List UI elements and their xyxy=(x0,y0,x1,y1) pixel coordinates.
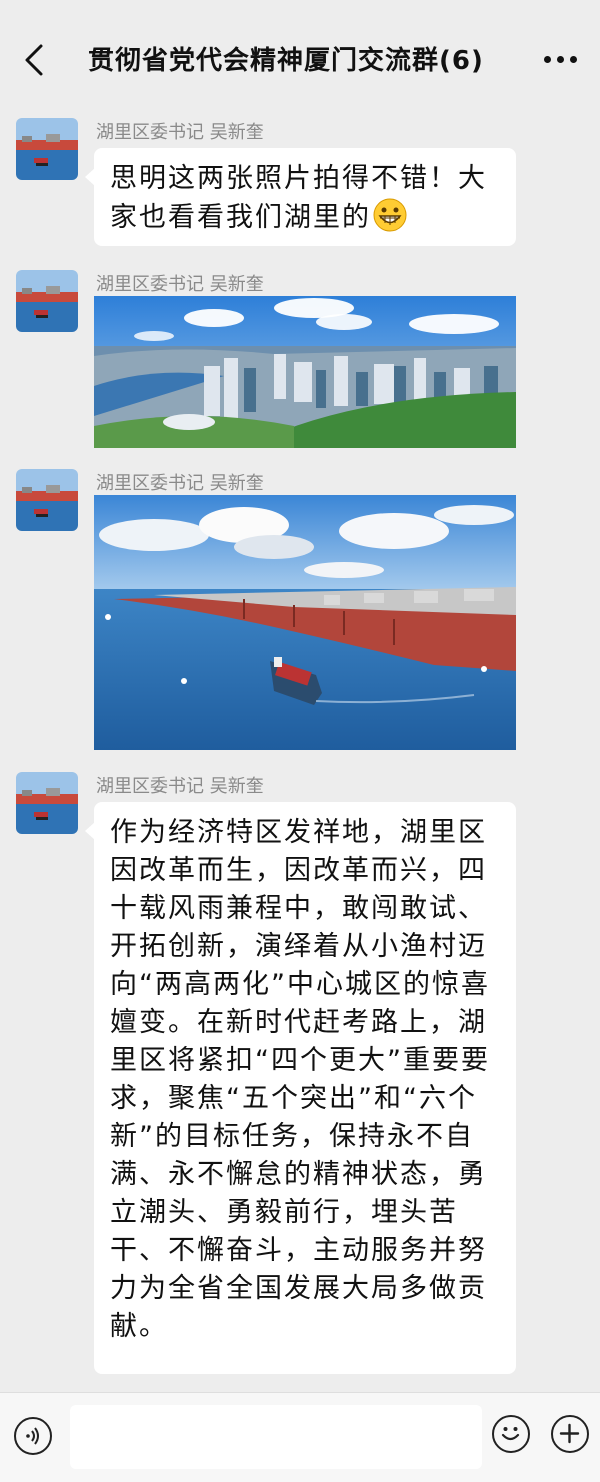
emoji-icon xyxy=(501,1427,520,1441)
chat-header: 贯彻省党代会精神厦门交流群(6) xyxy=(0,0,600,118)
back-button[interactable] xyxy=(14,38,54,82)
avatar[interactable] xyxy=(16,469,78,531)
voice-button[interactable] xyxy=(14,1417,52,1455)
sender-name: 湖里区委书记 吴新奎 xyxy=(96,473,264,494)
grinning-face-icon xyxy=(373,198,407,243)
port-avatar-image xyxy=(16,270,78,332)
message-input[interactable] xyxy=(70,1405,482,1469)
message-text: 作为经济特区发祥地，湖里区因改革而生，因改革而兴，四十载风雨兼程中，敢闯敢试、开… xyxy=(110,817,490,1342)
more-icon-dot xyxy=(569,55,577,63)
sender-name: 湖里区委书记 吴新奎 xyxy=(96,122,264,143)
avatar[interactable] xyxy=(16,270,78,332)
voice-icon xyxy=(26,1427,39,1445)
more-icon xyxy=(543,55,551,63)
port-avatar-image xyxy=(16,772,78,834)
back-arrow-icon xyxy=(25,44,43,76)
container-port-photo[interactable] xyxy=(94,495,516,750)
input-bar xyxy=(0,1392,600,1482)
emoji-button[interactable] xyxy=(492,1415,530,1453)
plus-icon xyxy=(559,1423,580,1444)
sender-name: 湖里区委书记 吴新奎 xyxy=(96,776,264,797)
plus-button[interactable] xyxy=(551,1415,589,1453)
message-bubble[interactable]: 思明这两张照片拍得不错！大家也看看我们湖里的 xyxy=(85,148,516,246)
sender-name: 湖里区委书记 吴新奎 xyxy=(96,274,264,295)
port-avatar-image xyxy=(16,469,78,531)
more-icon-dot xyxy=(556,55,564,63)
message-bubble[interactable]: 作为经济特区发祥地，湖里区因改革而生，因改革而兴，四十载风雨兼程中，敢闯敢试、开… xyxy=(85,802,516,1374)
avatar[interactable] xyxy=(16,118,78,180)
more-button[interactable] xyxy=(538,44,582,74)
message-text: 思明这两张照片拍得不错！大家也看看我们湖里的 xyxy=(110,163,487,233)
aerial-city-skyline-photo[interactable] xyxy=(94,296,516,448)
chat-title: 贯彻省党代会精神厦门交流群(6) xyxy=(88,46,484,76)
avatar[interactable] xyxy=(16,772,78,834)
port-avatar-image xyxy=(16,118,78,180)
